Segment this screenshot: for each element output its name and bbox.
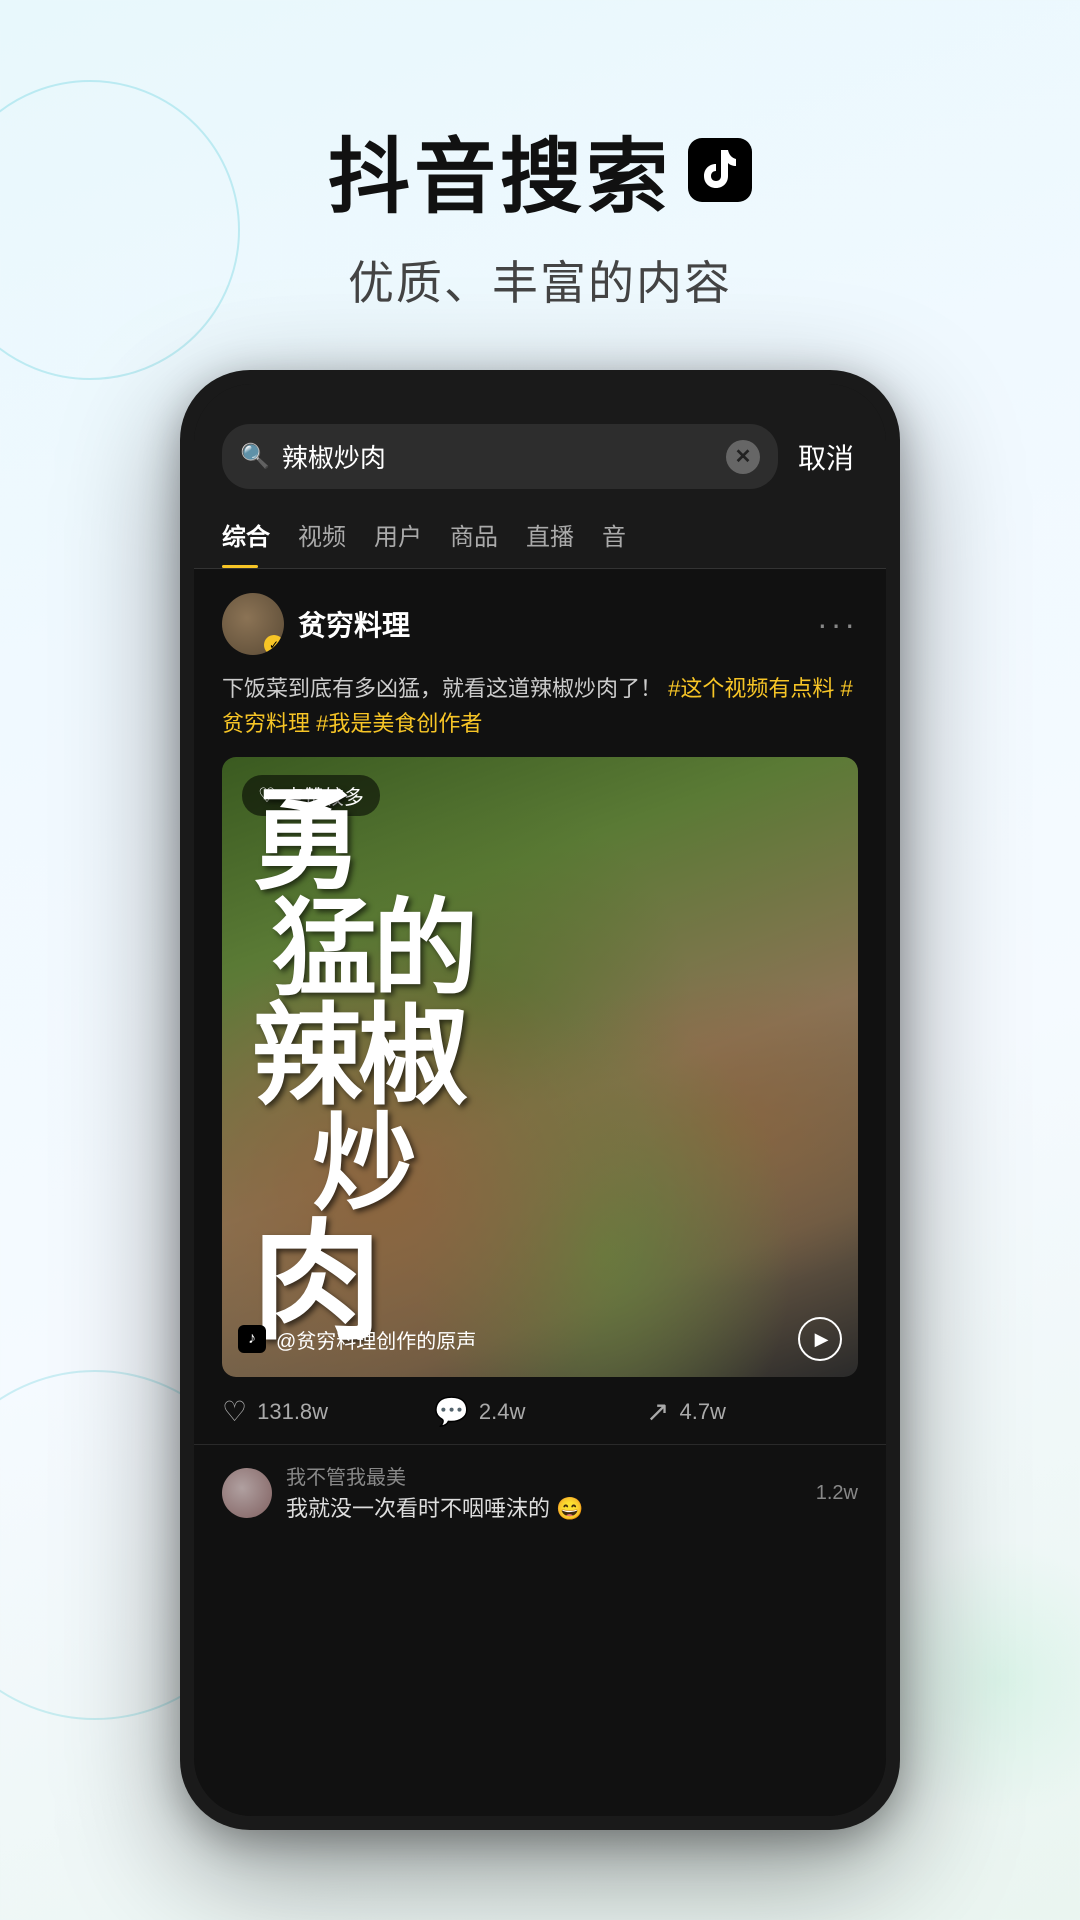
comment-text-block: 我不管我最美 我就没一次看时不咽唾沫的 😄: [286, 1461, 802, 1525]
audio-label: @贫穷料理创作的原声: [276, 1325, 476, 1354]
tiktok-logo-icon: [688, 138, 752, 202]
audio-bar: ♪ @贫穷料理创作的原声 ▶: [238, 1317, 842, 1361]
tab-直播[interactable]: 直播: [526, 505, 602, 568]
tab-bar: 综合 视频 用户 商品 直播 音: [194, 489, 886, 569]
phone-mockup: 🔍 辣椒炒肉 ✕ 取消 综合 视频 用户 商品 直播 音: [180, 370, 900, 1830]
search-cancel-button[interactable]: 取消: [794, 429, 858, 485]
share-action[interactable]: ↗ 4.7w: [646, 1395, 858, 1428]
hero-title-wrapper: 抖音搜索: [0, 110, 1080, 229]
author-avatar: ✓: [222, 593, 284, 655]
play-button[interactable]: ▶: [798, 1317, 842, 1361]
tab-综合[interactable]: 综合: [222, 505, 298, 568]
video-char-3: 辣椒: [252, 1002, 464, 1112]
share-count: 4.7w: [679, 1399, 725, 1425]
video-char-1: 勇: [252, 787, 358, 897]
hero-subtitle: 优质、丰富的内容: [0, 247, 1080, 313]
comment-icon: 💬: [434, 1395, 469, 1428]
video-thumbnail[interactable]: ♡ 点赞较多 勇 猛的 辣椒: [222, 757, 858, 1377]
tab-商品[interactable]: 商品: [450, 505, 526, 568]
content-area: ✓ 贫穷料理 ··· 下饭菜到底有多凶猛，就看这道辣椒炒肉了！ #这个视频有点料…: [194, 569, 886, 1816]
search-query-text: 辣椒炒肉: [282, 438, 714, 475]
comment-row: 我不管我最美 我就没一次看时不咽唾沫的 😄 1.2w: [222, 1461, 858, 1525]
commenter-avatar: [222, 1468, 272, 1518]
more-options-button[interactable]: ···: [817, 606, 858, 643]
like-icon: ♡: [222, 1395, 247, 1428]
like-count: 131.8w: [257, 1399, 328, 1425]
post-desc-text: 下饭菜到底有多凶猛，就看这道辣椒炒肉了！: [222, 676, 662, 701]
author-name: 贫穷料理: [298, 604, 410, 644]
phone-screen: 🔍 辣椒炒肉 ✕ 取消 综合 视频 用户 商品 直播 音: [194, 384, 886, 1816]
phone-shell: 🔍 辣椒炒肉 ✕ 取消 综合 视频 用户 商品 直播 音: [180, 370, 900, 1830]
video-char-row-1: 勇: [252, 787, 828, 897]
tab-视频[interactable]: 视频: [298, 505, 374, 568]
post-description: 下饭菜到底有多凶猛，就看这道辣椒炒肉了！ #这个视频有点料 #贫穷料理 #我是美…: [222, 671, 858, 741]
verified-badge: ✓: [264, 635, 284, 655]
video-char-4: 炒: [312, 1112, 413, 1217]
comment-likes: 1.2w: [816, 1482, 858, 1505]
comment-action[interactable]: 💬 2.4w: [434, 1395, 646, 1428]
comment-count: 2.4w: [479, 1399, 525, 1425]
search-bar-area: 🔍 辣椒炒肉 ✕ 取消: [194, 384, 886, 489]
post-author-row: ✓ 贫穷料理 ···: [222, 593, 858, 655]
commenter-avatar-img: [222, 1468, 272, 1518]
video-char-row-3: 辣椒: [252, 1002, 828, 1112]
video-char-row-4: 炒: [252, 1112, 828, 1217]
search-clear-button[interactable]: ✕: [726, 440, 760, 474]
search-icon: 🔍: [240, 442, 270, 471]
audio-info: ♪ @贫穷料理创作的原声: [238, 1325, 476, 1354]
interaction-row: ♡ 131.8w 💬 2.4w ↗ 4.7w: [222, 1377, 858, 1444]
tab-用户[interactable]: 用户: [374, 505, 450, 568]
post-card: ✓ 贫穷料理 ··· 下饭菜到底有多凶猛，就看这道辣椒炒肉了！ #这个视频有点料…: [194, 569, 886, 1444]
tiktok-small-icon: ♪: [238, 1325, 266, 1353]
comment-section: 我不管我最美 我就没一次看时不咽唾沫的 😄 1.2w: [194, 1444, 886, 1555]
comment-content: 我就没一次看时不咽唾沫的 😄: [286, 1494, 802, 1525]
search-input-wrapper[interactable]: 🔍 辣椒炒肉 ✕: [222, 424, 778, 489]
video-char-2: 猛的: [272, 897, 474, 1002]
hero-section: 抖音搜索 优质、丰富的内容: [0, 0, 1080, 313]
video-char-row-2: 猛的: [252, 897, 828, 1002]
like-action[interactable]: ♡ 131.8w: [222, 1395, 434, 1428]
share-icon: ↗: [646, 1395, 669, 1428]
author-info: ✓ 贫穷料理: [222, 593, 410, 655]
play-icon: ▶: [815, 1329, 829, 1350]
tab-音[interactable]: 音: [602, 505, 654, 568]
video-text-overlay: 勇 猛的 辣椒 炒 肉: [222, 757, 858, 1377]
hero-title-text: 抖音搜索: [328, 110, 672, 229]
commenter-username: 我不管我最美: [286, 1461, 802, 1490]
